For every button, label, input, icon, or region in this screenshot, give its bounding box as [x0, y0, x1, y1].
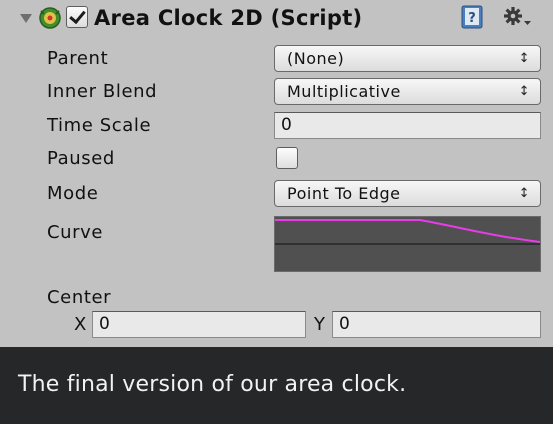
component-title: Area Clock 2D (Script) [94, 6, 363, 30]
inner-blend-popup-value: Multiplicative [287, 82, 401, 101]
foldout-arrow-icon[interactable] [20, 14, 32, 23]
caption-bar: The final version of our area clock. [0, 347, 553, 424]
center-y-input[interactable]: 0 [332, 311, 541, 338]
mode-popup-value: Point To Edge [287, 184, 401, 203]
parent-popup[interactable]: (None) ↕ [274, 45, 541, 72]
component-enabled-checkbox[interactable] [66, 6, 88, 28]
component-header[interactable]: Area Clock 2D (Script) ? [0, 0, 553, 40]
inspector-panel: Area Clock 2D (Script) ? Parent (None) ↕… [0, 0, 553, 347]
center-x-label: X [74, 314, 87, 335]
curve-preview [275, 219, 540, 245]
gear-dropdown-icon[interactable] [502, 5, 532, 29]
parent-popup-value: (None) [287, 49, 345, 68]
curve-label: Curve [47, 222, 104, 243]
inner-blend-popup[interactable]: Multiplicative ↕ [274, 78, 541, 105]
parent-label: Parent [47, 48, 109, 69]
popup-arrows-icon: ↕ [518, 186, 530, 201]
time-scale-input[interactable]: 0 [274, 112, 541, 139]
paused-label: Paused [47, 148, 115, 169]
curve-field[interactable] [274, 216, 541, 272]
svg-text:?: ? [468, 11, 476, 26]
mode-label: Mode [47, 183, 99, 204]
center-x-input[interactable]: 0 [92, 311, 306, 338]
time-scale-label: Time Scale [47, 115, 152, 136]
popup-arrows-icon: ↕ [518, 51, 530, 66]
paused-checkbox[interactable] [276, 147, 298, 169]
inner-blend-label: Inner Blend [47, 81, 158, 102]
clock-script-icon [39, 7, 61, 29]
caption-text: The final version of our area clock. [18, 372, 407, 397]
center-y-label: Y [314, 314, 325, 335]
popup-arrows-icon: ↕ [518, 84, 530, 99]
curve-line [275, 219, 540, 243]
center-label: Center [47, 287, 112, 308]
mode-popup[interactable]: Point To Edge ↕ [274, 180, 541, 207]
help-book-icon[interactable]: ? [460, 5, 484, 29]
